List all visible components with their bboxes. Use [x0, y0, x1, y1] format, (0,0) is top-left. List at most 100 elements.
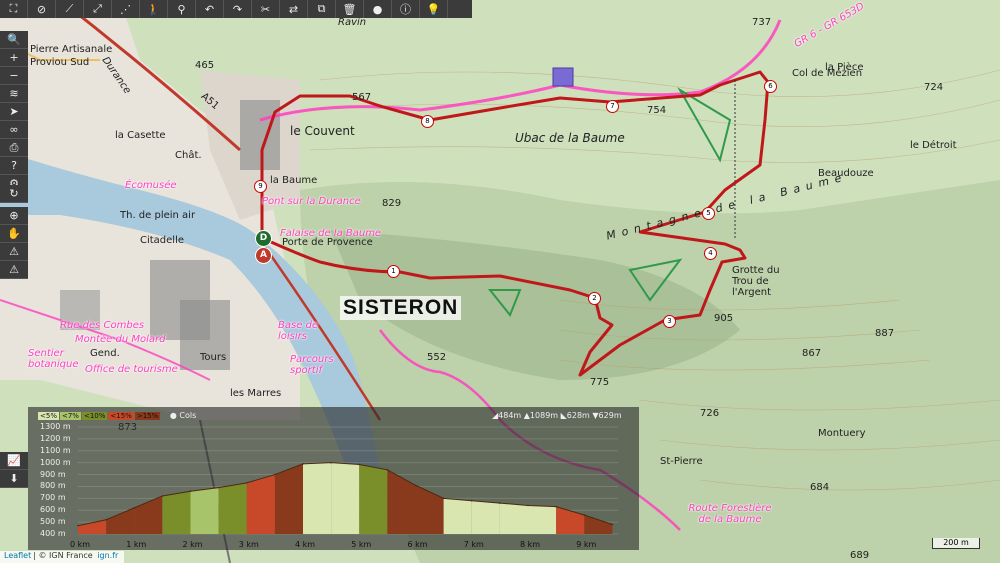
- slope-legend: <5% <7% <10% <15% >15% ● Cols: [38, 411, 196, 420]
- elevation-stats: ◢484m ▲1089m ◣628m ▼629m: [492, 411, 622, 420]
- ign-attribution: © IGN France: [38, 551, 93, 560]
- elevation-profile-panel[interactable]: [28, 407, 639, 550]
- waypoint-5[interactable]: 5: [702, 207, 715, 220]
- waypoint-3[interactable]: 3: [663, 315, 676, 328]
- elevation-y-tick: 600 m: [40, 505, 66, 515]
- help-icon[interactable]: ?: [0, 157, 28, 175]
- elevation-point: [527, 504, 529, 507]
- end-marker[interactable]: A: [255, 247, 272, 264]
- elevation-segment: [246, 474, 275, 534]
- label-le-couvent: le Couvent: [290, 124, 355, 138]
- download-icon[interactable]: ⬇: [0, 470, 28, 488]
- pink-label-ecomusee: Écomusée: [125, 180, 177, 191]
- waypoint-8[interactable]: 8: [421, 115, 434, 128]
- elevation-y-tick: 800 m: [40, 481, 66, 491]
- eye-off-icon[interactable]: ⊘: [28, 0, 56, 18]
- copy-icon[interactable]: ⧉: [308, 0, 336, 18]
- label-la-casette: la Casette: [115, 130, 166, 141]
- fullscreen-icon[interactable]: ⛶: [0, 0, 28, 18]
- elevation-point: [105, 518, 107, 521]
- label-ubac: Ubac de la Baume: [515, 131, 625, 145]
- refresh-icon[interactable]: ↻: [0, 185, 28, 203]
- hand-icon[interactable]: ✋: [0, 225, 28, 243]
- print-icon[interactable]: ⎙: [0, 139, 28, 157]
- undo-icon[interactable]: ↶: [196, 0, 224, 18]
- town-label-sisteron: SISTERON: [340, 296, 462, 320]
- left-toolbar-refresh: ↻: [0, 185, 28, 203]
- label-les-marres: les Marres: [230, 388, 282, 399]
- alert-icon[interactable]: ⚠: [0, 261, 28, 279]
- elevation-point: [245, 482, 248, 484]
- elevation-segment: [359, 464, 388, 534]
- hiker-icon[interactable]: 🚶: [140, 0, 168, 18]
- link-icon[interactable]: ∞: [0, 121, 28, 139]
- elevation-point: [330, 461, 332, 464]
- elevation-chart-icon[interactable]: 📈: [0, 452, 28, 470]
- draw-route-icon[interactable]: ⤢: [84, 0, 112, 18]
- elevation-segment: [274, 463, 303, 534]
- elevation-segment: [415, 485, 444, 534]
- waypoint-9[interactable]: 9: [254, 180, 267, 193]
- elevation-segment: [499, 503, 528, 534]
- ign-link[interactable]: ign.fr: [97, 551, 118, 560]
- redo-icon[interactable]: ↷: [224, 0, 252, 18]
- elevation-y-tick: 400 m: [40, 529, 66, 538]
- lightbulb-icon[interactable]: 💡: [420, 0, 448, 18]
- pink-label-route-forestiere: Route Forestière de la Baume: [688, 503, 772, 525]
- elevation-y-tick: 900 m: [40, 469, 66, 479]
- elevation-segment: [387, 469, 416, 534]
- altitude-label: 867: [802, 348, 822, 359]
- elevation-chart: [77, 426, 618, 535]
- locate-arrow-icon[interactable]: ➤: [0, 103, 28, 121]
- label-tours: Tours: [200, 352, 227, 363]
- altitude-label: 887: [875, 328, 895, 339]
- elevation-point: [583, 514, 586, 516]
- top-toolbar: ⛶ ⊘ ⟋ ⤢ ⋰ 🚶 ⚲ ↶ ↷ ✂ ⇄ ⧉ 🗑 ● ⓘ 💡: [0, 0, 472, 18]
- elevation-x-tick: 2 km: [182, 540, 203, 549]
- elevation-x-tick: 1 km: [126, 540, 147, 549]
- elevation-x-tick: 9 km: [576, 540, 597, 549]
- label-le-detroit: le Détroit: [910, 140, 957, 151]
- bike-icon[interactable]: ⚲: [168, 0, 196, 18]
- waypoint-7[interactable]: 7: [606, 100, 619, 113]
- waypoint-6[interactable]: 6: [764, 80, 777, 93]
- zoom-out-icon[interactable]: −: [0, 67, 28, 85]
- search-icon[interactable]: 🔍: [0, 31, 28, 49]
- label-beaudouze: Beaudouze: [818, 168, 874, 179]
- scissors-icon[interactable]: ✂: [252, 0, 280, 18]
- elevation-point: [499, 502, 501, 504]
- leaflet-link[interactable]: Leaflet: [4, 551, 31, 560]
- marker-icon[interactable]: ●: [364, 0, 392, 18]
- pink-label-montee-molard: Montée du Molard: [75, 334, 166, 345]
- waypoint-1[interactable]: 1: [387, 265, 400, 278]
- draw-line-icon[interactable]: ⟋: [56, 0, 84, 18]
- label-citadelle: Citadelle: [140, 235, 185, 246]
- pink-label-office: Office de tourisme: [85, 364, 178, 375]
- elevation-x-tick: 3 km: [238, 540, 259, 549]
- elevation-y-tick: 1300 m: [40, 422, 71, 431]
- info-icon[interactable]: ⓘ: [392, 0, 420, 18]
- reverse-icon[interactable]: ⇄: [280, 0, 308, 18]
- waypoint-2[interactable]: 2: [588, 292, 601, 305]
- elevation-segment: [584, 514, 613, 534]
- nodes-icon[interactable]: ⋰: [112, 0, 140, 18]
- pink-label-falaise: Falaise de la Baume: [280, 228, 382, 239]
- elevation-point: [302, 463, 304, 465]
- waypoint-4[interactable]: 4: [704, 247, 717, 260]
- attribution: Leaflet | © IGN France ign.fr: [0, 551, 125, 563]
- elevation-segment: [162, 491, 191, 534]
- descent-value: 628m: [566, 411, 590, 420]
- warning-icon[interactable]: ⚠: [0, 243, 28, 261]
- start-marker[interactable]: D: [255, 230, 272, 247]
- elevation-point: [77, 524, 79, 527]
- elevation-point: [189, 490, 192, 492]
- label-montuery: Montuery: [818, 428, 866, 439]
- zoom-in-icon[interactable]: +: [0, 49, 28, 67]
- crosshair-icon[interactable]: ⊕: [0, 207, 28, 225]
- elevation-point: [442, 497, 445, 500]
- layers-icon[interactable]: ≋: [0, 85, 28, 103]
- altitude-label: 737: [752, 17, 772, 28]
- elevation-y-tick: 700 m: [40, 493, 66, 503]
- altitude-label: 689: [850, 550, 870, 561]
- delete-icon[interactable]: 🗑: [336, 0, 364, 18]
